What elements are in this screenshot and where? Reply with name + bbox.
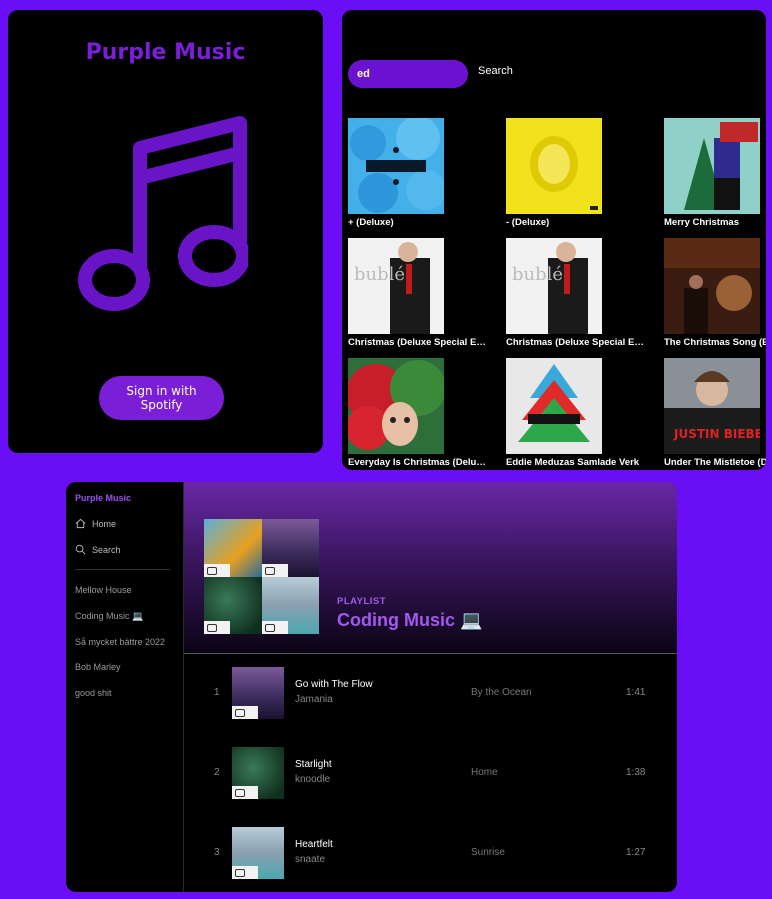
album-cover (506, 358, 602, 454)
sidebar-item-label: Home (92, 518, 117, 529)
album-title: + (Deluxe) (348, 217, 394, 228)
album-cover (506, 118, 602, 214)
track-cover (232, 827, 284, 879)
track-name: Starlight (295, 759, 332, 770)
track-name: Heartfelt (295, 839, 333, 850)
album-card[interactable]: JUSTIN BIEBER Under The Mistletoe (Delux… (664, 358, 766, 470)
album-card[interactable]: bublé Christmas (Deluxe Special Edition) (506, 238, 656, 350)
track-artist: Jamania (295, 694, 333, 705)
track-row[interactable]: 1 Go with The Flow Jamania By the Ocean … (184, 665, 677, 721)
sidebar-playlist[interactable]: Coding Music 💻 (75, 611, 143, 622)
playlist-header: PLAYLIST Coding Music 💻 (184, 482, 677, 654)
track-artist: knoodle (295, 774, 331, 785)
sidebar-playlist[interactable]: Så mycket bättre 2022 (75, 637, 165, 647)
album-card[interactable]: - (Deluxe) (506, 118, 656, 230)
sidebar-playlist[interactable]: Bob Marley (75, 662, 121, 672)
album-cover: bublé (348, 238, 444, 334)
album-card[interactable]: bublé Christmas (Deluxe Special Edition) (348, 238, 498, 350)
track-cover (232, 747, 284, 799)
sidebar-playlist[interactable]: Mellow House (75, 585, 132, 595)
app-title: Purple Music (85, 40, 246, 65)
album-card[interactable]: + (Deluxe) (348, 118, 498, 230)
main-content: PLAYLIST Coding Music 💻 1 Go with The Fl… (184, 482, 677, 892)
track-duration: 1:27 (626, 847, 646, 858)
track-album: Home (471, 767, 498, 778)
sidebar-brand: Purple Music (75, 493, 132, 503)
album-card[interactable]: Eddie Meduzas Samlade Verk (506, 358, 656, 470)
album-title: Everyday Is Christmas (Deluxe Edition) (348, 457, 488, 468)
login-panel: Purple Music Sign in with Spotify (8, 10, 323, 453)
album-title: The Christmas Song (Expanded Edition) (664, 337, 766, 348)
track-row[interactable]: 2 Starlight knoodle Home 1:38 (184, 745, 677, 801)
album-card[interactable]: Merry Christmas (664, 118, 766, 230)
album-title: - (Deluxe) (506, 217, 550, 228)
track-number: 3 (214, 847, 220, 858)
track-number: 1 (214, 687, 220, 698)
track-artist: snaate (295, 854, 326, 865)
search-input[interactable] (348, 60, 468, 88)
sidebar-item-search[interactable]: Search (75, 544, 121, 555)
album-cover (348, 118, 444, 214)
track-row[interactable]: 3 Heartfelt snaate Sunrise 1:27 (184, 825, 677, 881)
sidebar: Purple Music Home Search Mellow House Co… (66, 482, 184, 892)
playlist-title: Coding Music 💻 (337, 610, 483, 630)
search-button[interactable]: Search (472, 64, 519, 78)
search-icon (75, 544, 86, 555)
album-title: Christmas (Deluxe Special Edition) (506, 337, 646, 348)
album-title: Christmas (Deluxe Special Edition) (348, 337, 488, 348)
sidebar-divider (75, 569, 170, 570)
album-title: Eddie Meduzas Samlade Verk (506, 457, 640, 468)
search-panel: Search + (Deluxe) - (De (342, 10, 766, 470)
svg-text:bublé: bublé (354, 264, 405, 285)
album-cover (664, 238, 760, 334)
album-card[interactable]: The Christmas Song (Expanded Edition) (664, 238, 766, 350)
sidebar-item-home[interactable]: Home (75, 518, 116, 529)
music-note-icon (78, 116, 248, 311)
album-cover: JUSTIN BIEBER (664, 358, 760, 454)
sign-in-button[interactable]: Sign in with Spotify (99, 376, 224, 420)
playlist-type: PLAYLIST (337, 596, 387, 607)
sidebar-playlist[interactable]: good shit (75, 688, 112, 698)
track-cover (232, 667, 284, 719)
album-title: Under The Mistletoe (Deluxe Edition) (664, 457, 766, 468)
player-panel: Purple Music Home Search Mellow House Co… (66, 482, 677, 892)
track-album: Sunrise (471, 847, 505, 858)
sidebar-item-label: Search (92, 544, 121, 555)
home-icon (75, 518, 86, 529)
track-duration: 1:41 (626, 687, 646, 698)
track-number: 2 (214, 767, 220, 778)
album-cover (348, 358, 444, 454)
album-cover: bublé (506, 238, 602, 334)
svg-text:bublé: bublé (512, 264, 563, 285)
track-album: By the Ocean (471, 687, 532, 698)
album-title: Merry Christmas (664, 217, 739, 228)
track-name: Go with The Flow (295, 679, 373, 690)
album-card[interactable]: Everyday Is Christmas (Deluxe Edition) (348, 358, 498, 470)
track-duration: 1:38 (626, 767, 646, 778)
svg-text:JUSTIN BIEBER: JUSTIN BIEBER (673, 427, 760, 441)
playlist-cover (204, 519, 319, 634)
album-cover (664, 118, 760, 214)
